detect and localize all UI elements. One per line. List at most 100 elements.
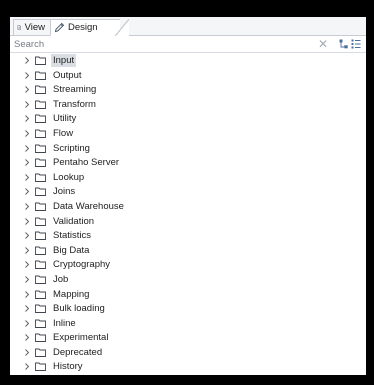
tree-item-label: Data Warehouse (53, 200, 124, 212)
folder-icon (35, 100, 46, 109)
tree-item-label: Scripting (53, 142, 90, 154)
folder-icon (35, 304, 46, 314)
tab-design[interactable]: Design (50, 19, 129, 36)
folder-icon (35, 260, 46, 270)
tree-item-data-warehouse[interactable]: Data Warehouse (10, 199, 366, 214)
pencil-icon (54, 22, 65, 33)
tree-item-utility[interactable]: Utility (10, 111, 366, 126)
chevron-right-icon[interactable] (23, 114, 31, 123)
folder-icon (35, 158, 46, 168)
tree-item-input[interactable]: Input (10, 53, 366, 68)
chevron-right-icon[interactable] (23, 260, 31, 269)
folder-icon (35, 217, 46, 226)
tree-item-output[interactable]: Output (10, 68, 366, 83)
tree-item-label: Cryptography (53, 259, 111, 271)
tree-item-flow[interactable]: Flow (10, 126, 366, 141)
tree-item-cryptography[interactable]: Cryptography (10, 257, 366, 272)
folder-icon (35, 290, 46, 299)
tree-item-label: Lookup (53, 171, 85, 183)
design-panel: View Design ✕ Input Output Streaming Transf… (10, 17, 366, 375)
tree-item-label: Joins (53, 186, 76, 198)
chevron-right-icon[interactable] (23, 129, 31, 138)
chevron-right-icon[interactable] (23, 348, 31, 357)
tree-item-label: Inline (53, 317, 76, 329)
tree-item-label: Experimental (53, 332, 109, 344)
tree-item-streaming[interactable]: Streaming (10, 82, 366, 97)
folder-icon (35, 319, 46, 328)
chevron-right-icon[interactable] (23, 362, 31, 371)
tree-item-label: Big Data (53, 244, 90, 256)
tree-item-joins[interactable]: Joins (10, 184, 366, 199)
collapse-all-icon[interactable] (351, 39, 361, 49)
chevron-right-icon[interactable] (23, 173, 31, 182)
tree-item-label: Bulk loading (53, 303, 105, 315)
tree-item-history[interactable]: History (10, 359, 366, 374)
clear-icon[interactable]: ✕ (317, 38, 329, 50)
folder-icon (35, 144, 46, 153)
tree-item-label: History (53, 361, 83, 373)
folder-icon (35, 114, 46, 124)
chevron-right-icon[interactable] (23, 246, 31, 255)
search-bar: ✕ (10, 36, 366, 53)
tree-item-transform[interactable]: Transform (10, 97, 366, 112)
tree-item-experimental[interactable]: Experimental (10, 330, 366, 345)
folder-icon (35, 363, 46, 372)
folder-icon (35, 173, 46, 182)
tree-item-inline[interactable]: Inline (10, 316, 366, 331)
tree-item-label: Mapping (53, 288, 90, 300)
chevron-right-icon[interactable] (23, 217, 31, 226)
category-tree: Input Output Streaming Transform Utility Flow… (10, 53, 366, 374)
chevron-right-icon[interactable] (23, 333, 31, 342)
expand-all-icon[interactable] (339, 39, 349, 49)
tree-item-label: Streaming (53, 84, 97, 96)
folder-icon (35, 333, 46, 343)
tree-item-bulk-loading[interactable]: Bulk loading (10, 301, 366, 316)
tab-view[interactable]: View (13, 19, 51, 35)
tree-item-pentaho-server[interactable]: Pentaho Server (10, 155, 366, 170)
chevron-right-icon[interactable] (23, 290, 31, 299)
search-input[interactable] (10, 37, 304, 51)
tree-item-mapping[interactable]: Mapping (10, 287, 366, 302)
tree-item-label: Input (51, 54, 77, 67)
chevron-right-icon[interactable] (23, 158, 31, 167)
tree-item-label: Output (53, 69, 82, 81)
folder-icon (35, 202, 46, 211)
tree-item-scripting[interactable]: Scripting (10, 141, 366, 156)
folder-icon (35, 71, 46, 80)
chevron-right-icon[interactable] (23, 56, 31, 65)
folder-icon (35, 275, 46, 284)
document-icon (17, 25, 21, 30)
tree-item-label: Validation (53, 215, 95, 227)
tree-item-big-data[interactable]: Big Data (10, 243, 366, 258)
tree-item-label: Flow (53, 127, 74, 139)
tree-item-deprecated[interactable]: Deprecated (10, 345, 366, 360)
tab-strip: View Design (10, 17, 366, 36)
tree-item-validation[interactable]: Validation (10, 214, 366, 229)
folder-icon (35, 246, 46, 255)
tree-item-label: Transform (53, 98, 96, 110)
tree-item-label: Job (53, 273, 69, 285)
tree-item-label: Pentaho Server (53, 157, 120, 169)
folder-icon (35, 56, 46, 65)
chevron-right-icon[interactable] (23, 275, 31, 284)
folder-icon (35, 348, 46, 357)
chevron-right-icon[interactable] (23, 100, 31, 109)
chevron-right-icon[interactable] (23, 231, 31, 240)
chevron-right-icon[interactable] (23, 319, 31, 328)
folder-icon (35, 85, 46, 95)
chevron-right-icon[interactable] (23, 202, 31, 211)
chevron-right-icon[interactable] (23, 144, 31, 153)
tree-item-job[interactable]: Job (10, 272, 366, 287)
chevron-right-icon[interactable] (23, 71, 31, 80)
tree-item-label: Utility (53, 113, 77, 125)
chevron-right-icon[interactable] (23, 187, 31, 196)
tree-item-lookup[interactable]: Lookup (10, 170, 366, 185)
tab-design-label: Design (68, 22, 98, 33)
tree-item-statistics[interactable]: Statistics (10, 228, 366, 243)
chevron-right-icon[interactable] (23, 304, 31, 313)
folder-icon (35, 187, 46, 197)
folder-icon (35, 231, 46, 241)
tab-view-label: View (24, 22, 45, 33)
chevron-right-icon[interactable] (23, 85, 31, 94)
tree-item-label: Statistics (53, 230, 92, 242)
